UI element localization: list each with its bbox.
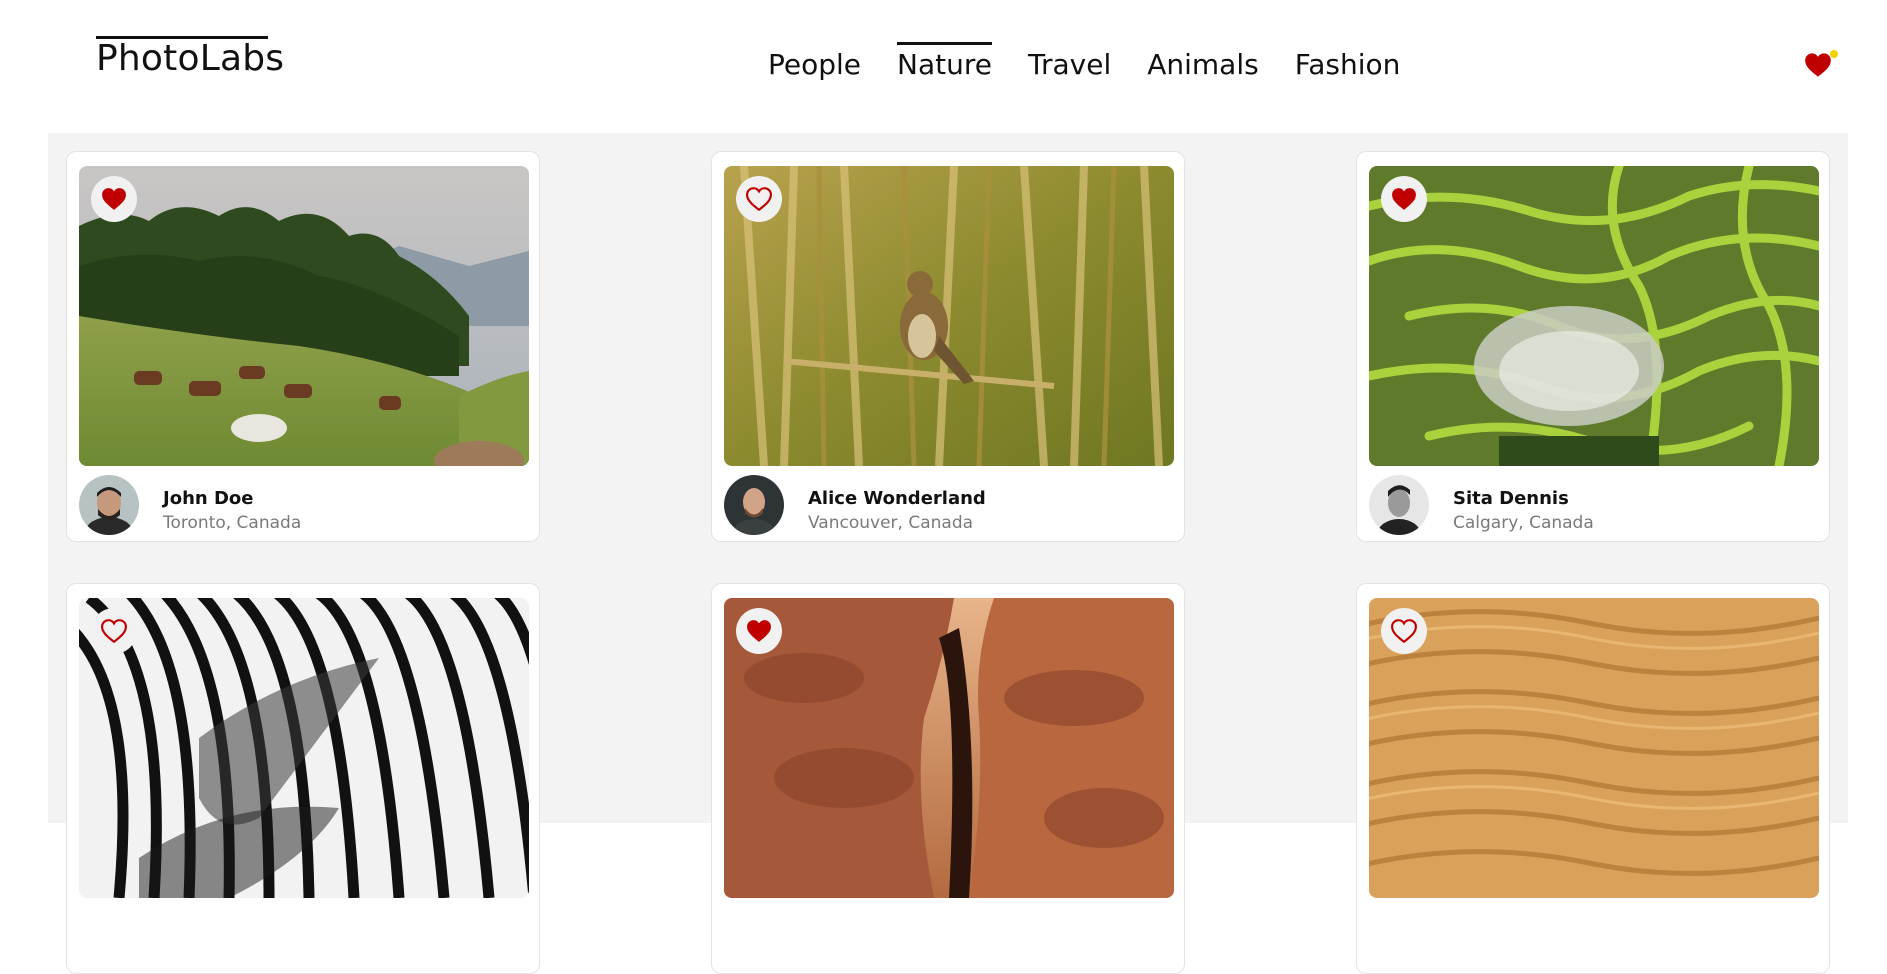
heart-icon [1391, 187, 1417, 211]
photo-gallery: John Doe Toronto, Canada Alice Wonderlan… [48, 133, 1848, 974]
nav-item-people[interactable]: People [750, 48, 879, 81]
photo-author: Alice Wonderland Vancouver, Canada [724, 475, 1174, 535]
author-location: Calgary, Canada [1453, 513, 1594, 533]
heart-icon [1804, 52, 1832, 78]
like-button[interactable] [1381, 176, 1427, 222]
avatar [724, 475, 784, 535]
author-location: Vancouver, Canada [808, 513, 974, 533]
photo-image[interactable] [1369, 166, 1819, 466]
avatar [1369, 475, 1429, 535]
photo-image[interactable] [724, 598, 1174, 898]
photo-image[interactable] [79, 598, 529, 898]
heart-icon [746, 619, 772, 643]
photo-author: Sita Dennis Calgary, Canada [1369, 475, 1819, 535]
top-navigation-bar: PhotoLabs People Nature Travel Animals F… [48, 0, 1848, 133]
heart-outline-icon [746, 187, 772, 211]
heart-outline-icon [1391, 619, 1417, 643]
logo[interactable]: PhotoLabs [96, 36, 284, 79]
like-button[interactable] [736, 176, 782, 222]
favourites-button[interactable] [1804, 48, 1838, 78]
nav-item-animals[interactable]: Animals [1129, 48, 1276, 81]
author-name[interactable]: Sita Dennis [1453, 488, 1569, 509]
like-button[interactable] [1381, 608, 1427, 654]
photo-image[interactable] [79, 166, 529, 466]
nav-item-travel[interactable]: Travel [1010, 48, 1129, 81]
app-page: PhotoLabs People Nature Travel Animals F… [48, 0, 1848, 974]
photo-image[interactable] [1369, 598, 1819, 898]
heart-icon [101, 187, 127, 211]
photo-card: Alice Wonderland Vancouver, Canada [711, 151, 1185, 542]
heart-outline-icon [101, 619, 127, 643]
like-button[interactable] [736, 608, 782, 654]
like-button[interactable] [91, 176, 137, 222]
photo-card: Sita Dennis Calgary, Canada [1356, 151, 1830, 542]
author-location: Toronto, Canada [163, 513, 302, 533]
photo-card: John Doe Toronto, Canada [66, 151, 540, 542]
photo-card [1356, 583, 1830, 974]
nav-item-fashion[interactable]: Fashion [1277, 48, 1419, 81]
topic-nav: People Nature Travel Animals Fashion [750, 42, 1419, 81]
photo-card [66, 583, 540, 974]
photo-card [711, 583, 1185, 974]
photo-image[interactable] [724, 166, 1174, 466]
favourites-notification-dot [1830, 50, 1838, 58]
avatar [79, 475, 139, 535]
like-button[interactable] [91, 608, 137, 654]
nav-item-nature[interactable]: Nature [879, 42, 1010, 81]
author-name[interactable]: Alice Wonderland [808, 488, 986, 509]
author-name[interactable]: John Doe [163, 488, 253, 509]
photo-author: John Doe Toronto, Canada [79, 475, 529, 535]
